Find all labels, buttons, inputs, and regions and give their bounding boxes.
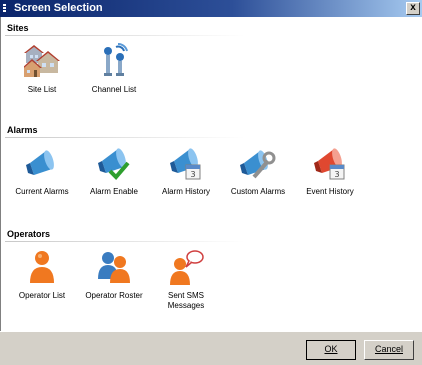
section-header-alarms: Alarms xyxy=(7,125,38,135)
section-divider xyxy=(5,35,245,36)
tile-label: Alarm History xyxy=(161,187,210,196)
tile-operator-list[interactable]: Operator List xyxy=(7,249,77,301)
person-icon xyxy=(30,251,54,283)
person-speech-icon xyxy=(170,250,204,285)
tile-label: Current Alarms xyxy=(15,187,69,196)
section-divider xyxy=(5,241,245,242)
tile-label: Channel List xyxy=(91,85,137,94)
ok-button[interactable]: OK xyxy=(306,340,356,360)
tile-label: Site List xyxy=(27,85,57,94)
tile-alarm-enable[interactable]: Alarm Enable xyxy=(79,145,149,197)
tile-current-alarms[interactable]: Current Alarms xyxy=(7,145,77,197)
ok-button-label: OK xyxy=(324,344,338,354)
siren-icon xyxy=(26,150,54,175)
svg-text:3: 3 xyxy=(190,170,195,179)
tile-custom-alarms[interactable]: Custom Alarms xyxy=(223,145,293,197)
tile-sent-sms-messages[interactable]: Sent SMS Messages xyxy=(151,249,221,311)
siren-calendar-red-icon: 3 xyxy=(314,148,345,180)
antenna-icon xyxy=(104,43,128,76)
section-divider xyxy=(5,137,245,138)
cancel-button-label: Cancel xyxy=(374,344,403,354)
tile-label: Custom Alarms xyxy=(230,187,286,196)
tile-event-history[interactable]: 3 Event History xyxy=(295,145,365,197)
tile-label: Operator List xyxy=(18,291,66,300)
siren-wrench-icon xyxy=(240,150,276,179)
title-bar: Screen Selection x xyxy=(0,0,422,17)
window-title: Screen Selection xyxy=(14,2,103,14)
siren-check-icon xyxy=(98,148,130,180)
section-header-sites: Sites xyxy=(7,23,29,33)
houses-icon xyxy=(24,45,60,77)
tile-site-list[interactable]: Site List xyxy=(7,43,77,95)
close-button[interactable]: x xyxy=(406,2,420,15)
tile-label: Operator Roster xyxy=(85,291,143,300)
tile-label: Event History xyxy=(306,187,354,196)
screen-selection-dialog: Screen Selection x Sites Site List Chann… xyxy=(0,0,422,365)
people-icon xyxy=(98,252,130,283)
app-menu-icon[interactable] xyxy=(3,4,6,13)
tile-operator-roster[interactable]: Operator Roster xyxy=(79,249,149,301)
cancel-button[interactable]: Cancel xyxy=(364,340,414,360)
section-header-operators: Operators xyxy=(7,229,51,239)
siren-calendar-icon: 3 xyxy=(170,148,201,180)
dialog-content: Sites Site List Channel List Alarms Curr… xyxy=(0,17,422,331)
tile-channel-list[interactable]: Channel List xyxy=(79,43,149,95)
svg-text:3: 3 xyxy=(334,170,339,179)
tile-alarm-history[interactable]: 3 Alarm History xyxy=(151,145,221,197)
tile-label: Alarm Enable xyxy=(89,187,139,196)
tile-label: Sent SMS Messages xyxy=(167,291,205,310)
button-bar: OK Cancel xyxy=(0,331,422,365)
